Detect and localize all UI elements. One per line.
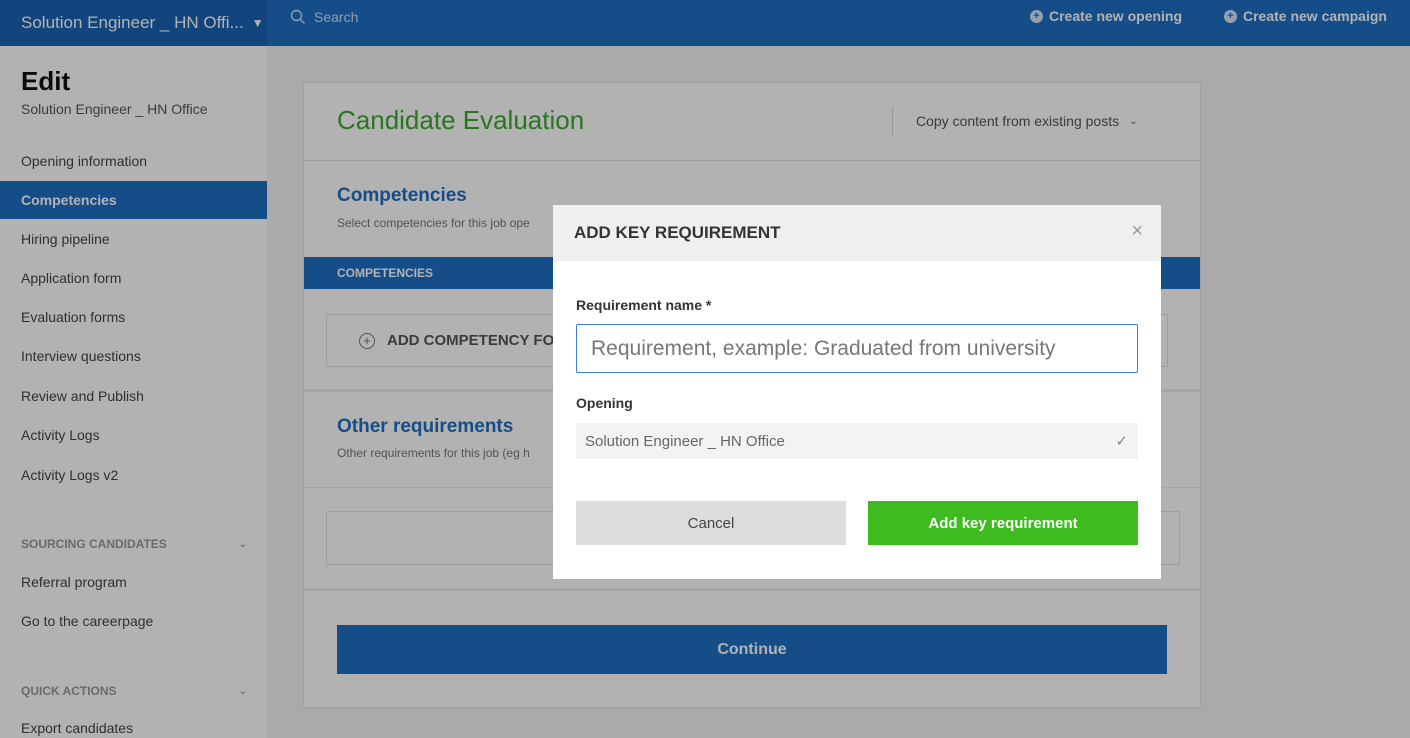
add-key-requirement-button[interactable]: Add key requirement [868,501,1138,545]
modal-title: ADD KEY REQUIREMENT [574,223,781,242]
requirement-name-label: Requirement name * [576,297,712,313]
opening-label: Opening [576,395,633,411]
close-icon[interactable]: × [1131,219,1143,243]
opening-value: Solution Engineer _ HN Office [585,432,785,450]
check-icon: ✓ [1115,433,1128,450]
requirement-name-input[interactable] [576,324,1138,373]
modal-header: ADD KEY REQUIREMENT × [553,205,1161,261]
opening-select[interactable]: Solution Engineer _ HN Office ✓ [576,423,1138,459]
cancel-button[interactable]: Cancel [576,501,846,545]
add-key-requirement-modal: ADD KEY REQUIREMENT × Requirement name *… [553,205,1161,579]
